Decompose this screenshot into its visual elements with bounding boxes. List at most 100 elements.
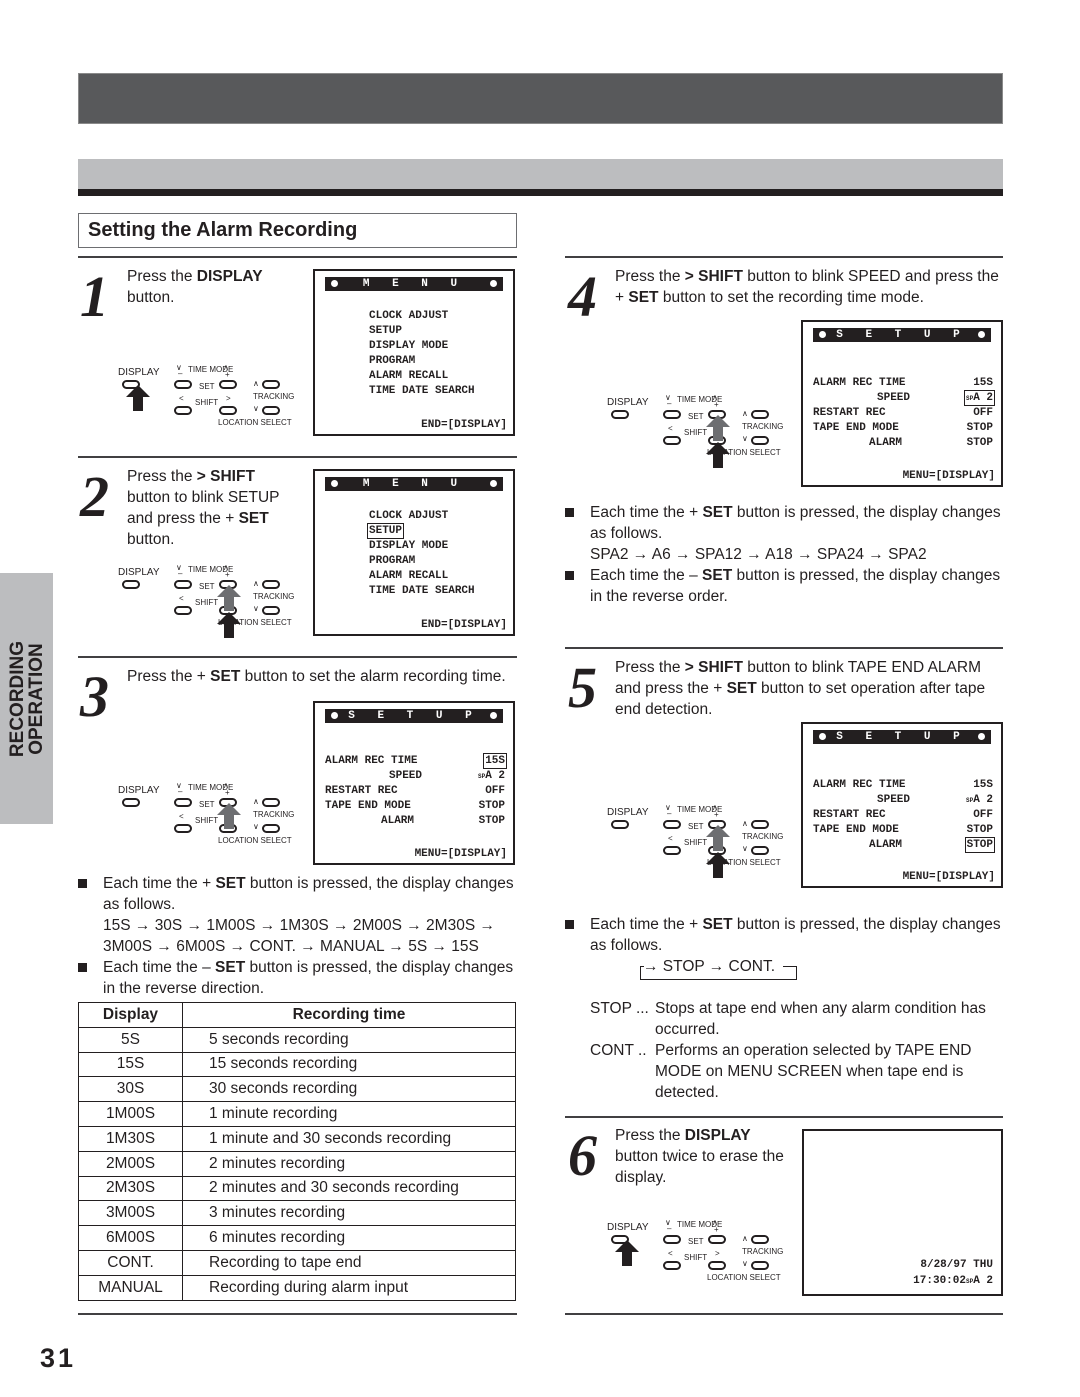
tracking-down-button[interactable] [262,606,280,615]
tracking-down-button[interactable] [262,824,280,833]
shift-left-button[interactable] [174,824,192,833]
tracking-label: TRACKING [253,392,295,401]
set-minus-button[interactable] [663,410,681,419]
shift-right-button[interactable] [219,406,237,415]
tracking-label: TRACKING [253,810,295,819]
display-cell: MANUAL [78,1274,183,1301]
recording-time-cell: 5 seconds recording [182,1026,516,1053]
press-arrow-icon [217,803,241,829]
divider [78,1313,517,1315]
bold-text: SET [238,510,269,527]
osd-setting-label: TAPE END MODE [325,800,411,812]
shift-left-button[interactable] [174,406,192,415]
bold-text: > SHIFT [684,268,743,285]
definition-term: CONT .. [590,1042,647,1059]
display-button[interactable] [611,410,629,419]
table-row: 2M30S 2 minutes and 30 seconds recording [78,1175,516,1202]
osd-setting-value: STOP [967,436,993,451]
location-select-label: LOCATION SELECT [707,1273,781,1282]
sequence-line: 3M00S → 6M00S → CONT. → MANUAL → 5S → 15… [103,938,479,955]
osd-menu-label: DISPLAY MODE [369,540,449,552]
subheader-underline [78,189,1003,196]
bold-text: DISPLAY [684,1127,751,1144]
shift-left-button[interactable] [663,436,681,445]
tracking-up-button[interactable] [751,410,769,419]
speed-sp-mark: SP [965,395,974,402]
set-minus-button[interactable] [663,1235,681,1244]
set-minus-button[interactable] [174,380,192,389]
osd-title: M E N U [362,278,466,290]
set-plus-button[interactable] [708,1235,726,1244]
display-button[interactable] [122,798,140,807]
location-select-label: LOCATION SELECT [218,836,292,845]
note-item: Each time the – SET button is pressed, t… [78,957,518,999]
display-button[interactable] [122,580,140,589]
note-item: Each time the – SET button is pressed, t… [565,565,1005,607]
subheader-bar [78,159,1003,189]
osd-screen: S E T U P ALARM REC TIME 15S SPEED SPA 2 REST… [313,701,515,865]
cycle-diagram: → STOP → CONT. [565,956,1005,986]
left-caret-icon: < [179,594,184,603]
press-arrow-icon [615,1240,639,1266]
shift-left-button[interactable] [663,1261,681,1270]
tracking-up-button[interactable] [262,380,280,389]
notes-step-4: Each time the + SET button is pressed, t… [565,502,1005,607]
table-row: 5S 5 seconds recording [78,1026,516,1053]
press-arrow-icon [217,612,241,638]
shift-left-button[interactable] [663,846,681,855]
osd-title-bar: M E N U [325,277,503,291]
set-label: SET [688,412,704,421]
osd-setting-label: ALARM REC TIME [325,755,418,767]
dot-icon [819,331,826,338]
cycle-tick [783,966,797,967]
display-label: DISPLAY [118,785,160,796]
osd-menu-label: SETUP [366,523,405,539]
osd-menu-label: ALARM RECALL [369,570,449,582]
tracking-up-button[interactable] [751,1235,769,1244]
set-minus-button[interactable] [663,820,681,829]
set-minus-button[interactable] [174,580,192,589]
display-cell: 1M30S [78,1125,183,1152]
step-number: 6 [568,1123,597,1188]
cycle-loop-line [640,966,797,980]
plus-label: + [714,810,719,819]
press-arrow-icon [706,852,730,878]
osd-setting-label: ALARM [381,815,415,827]
display-button[interactable] [611,820,629,829]
tracking-up-button[interactable] [751,820,769,829]
osd-title: S E T U P [836,329,968,341]
tracking-down-button[interactable] [751,1261,769,1270]
osd-title-bar: M E N U [325,477,503,491]
osd-setting-label: RESTART REC [325,785,398,797]
side-tab: RECORDING OPERATION [0,573,53,824]
recording-time-cell: 15 seconds recording [182,1051,516,1078]
remote-control-diagram: DISPLAY∨–TIME MODE∧+SET∧TRACKING<SHIFT>∨… [118,563,308,638]
tracking-down-button[interactable] [751,846,769,855]
minus-label: – [667,399,672,408]
osd-setting-label: ALARM [869,839,903,851]
osd-menu-label: CLOCK ADJUST [369,510,449,522]
note-item: Each time the + SET button is pressed, t… [565,914,1005,956]
tracking-label: TRACKING [742,422,784,431]
shift-left-button[interactable] [174,606,192,615]
table-row: 1M30S 1 minute and 30 seconds recording [78,1125,516,1152]
osd-value-text: SPA 2 [965,794,993,806]
step-number: 1 [80,264,109,329]
minus-label: – [178,787,183,796]
tracking-down-button[interactable] [262,406,280,415]
tracking-up-button[interactable] [262,798,280,807]
tracking-down-button[interactable] [751,436,769,445]
shift-right-button[interactable] [708,1261,726,1270]
cycle-tick [640,966,644,967]
set-plus-button[interactable] [219,380,237,389]
set-minus-button[interactable] [174,798,192,807]
tracking-up-button[interactable] [262,580,280,589]
side-tab-line-1: RECORDING [6,640,28,757]
definition-stop: STOP ... Stops at tape end when any alar… [565,998,1005,1040]
note-item: Each time the + SET button is pressed, t… [565,502,1005,565]
display-label: DISPLAY [607,397,649,408]
side-tab-label: RECORDING OPERATION [6,640,47,757]
display-cell: 3M00S [78,1200,183,1227]
divider [78,656,517,658]
speed-sp-mark: SP [965,1278,974,1285]
